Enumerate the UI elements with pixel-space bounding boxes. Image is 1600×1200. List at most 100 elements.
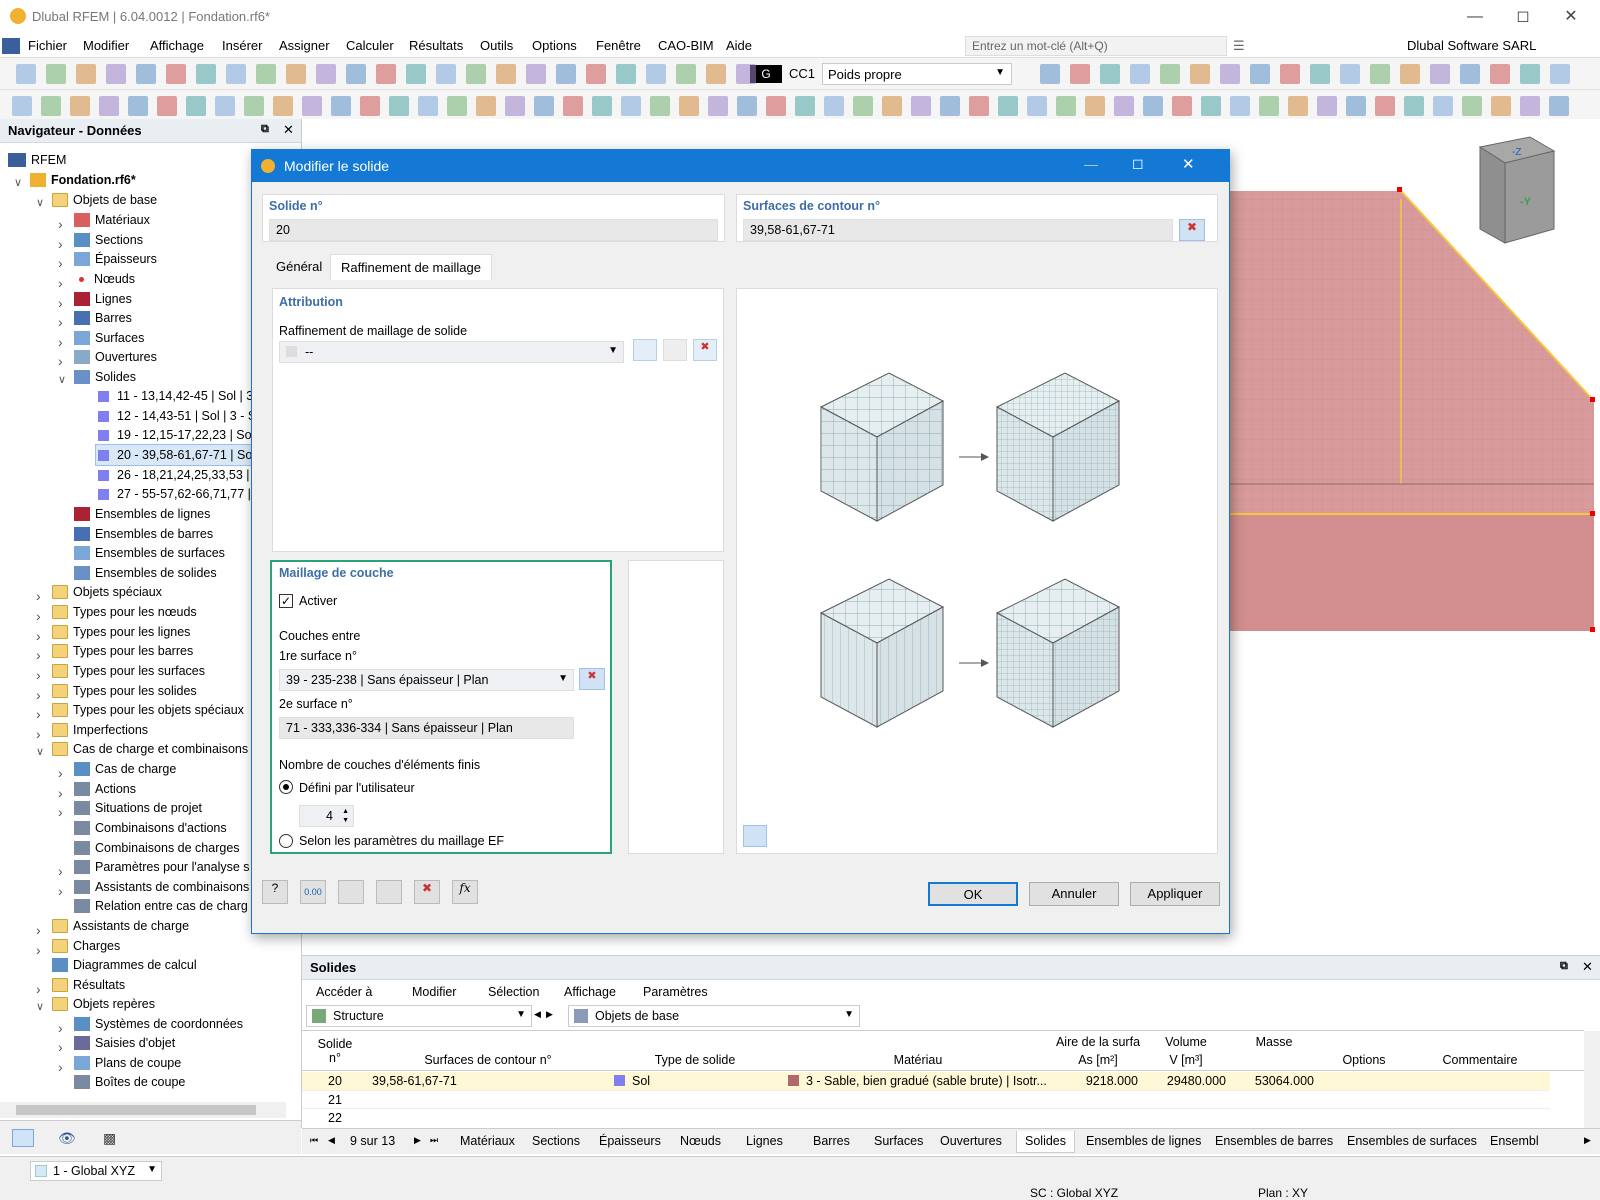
toolbar-tool-icon[interactable] [128,96,148,116]
pick-refinement-icon[interactable]: ✖ [693,339,717,361]
table-row[interactable]: 21 [302,1090,1550,1108]
menu-affichage[interactable]: Affichage [150,38,204,53]
toolbar-tool-icon[interactable] [447,96,467,116]
edit-refinement-icon[interactable] [663,339,687,361]
tree-expander-icon[interactable]: › [36,726,41,742]
tree-expander-icon[interactable]: › [58,353,63,369]
bottom-tab[interactable]: Ensembl [1482,1131,1547,1153]
user-defined-radio[interactable] [279,780,293,794]
tree-item[interactable]: Ouvertures [74,347,157,367]
toolbar-tool-icon[interactable] [795,96,815,116]
tree-item[interactable]: Charges [52,936,120,956]
toolbar-tool-icon[interactable] [1462,96,1482,116]
toolbar-tool-icon[interactable] [882,96,902,116]
toolbar-tool-icon[interactable] [853,96,873,116]
bottom-tab[interactable]: Ensembles de surfaces [1339,1131,1485,1153]
toolbar-tool-icon[interactable] [824,96,844,116]
toolbar-tool-icon[interactable] [346,64,366,84]
maximize-button[interactable]: ◻ [1500,4,1546,30]
coordinate-system-select[interactable]: 1 - Global XYZ ▼ [30,1161,162,1181]
toolbar-tool-icon[interactable] [505,96,525,116]
close-icon[interactable]: ✕ [283,122,294,138]
first-page-icon[interactable]: ⏮ [310,1135,318,1146]
toolbar-tool-icon[interactable] [1230,96,1250,116]
toolbar-tool-icon[interactable] [969,96,989,116]
tree-expander-icon[interactable]: › [36,687,41,703]
toolbar-tool-icon[interactable] [1400,64,1420,84]
toolbar-tool-icon[interactable] [273,96,293,116]
tree-expander-icon[interactable]: › [36,628,41,644]
toolbar-tool-icon[interactable] [1549,96,1569,116]
tree-item[interactable]: Imperfections [52,720,148,740]
tree-item[interactable]: Relation entre cas de charg [74,896,248,916]
menu-calculer[interactable]: Calculer [346,38,394,53]
tree-expander-icon[interactable]: › [36,981,41,997]
toolbar-tool-icon[interactable] [1190,64,1210,84]
cancel-button[interactable]: Annuler [1029,882,1119,906]
tree-item[interactable]: Systèmes de coordonnées [74,1014,243,1034]
menu-affichage-table[interactable]: Affichage [564,985,616,999]
tree-expander-icon[interactable]: ∨ [14,176,22,189]
node-marker[interactable] [1590,511,1595,516]
toolbar-tool-icon[interactable] [998,96,1018,116]
tree-item[interactable]: Ensembles de barres [74,524,213,544]
close-icon[interactable]: ✕ [1582,959,1593,975]
tree-item[interactable]: 11 - 13,14,42-45 | Sol | 3 [96,386,253,406]
toolbar-tool-icon[interactable] [1027,96,1047,116]
toolbar-tool-icon[interactable] [41,96,61,116]
toolbar-tool-icon[interactable] [1250,64,1270,84]
apply-button[interactable]: Appliquer [1130,882,1220,906]
toolbar-tool-icon[interactable] [1201,96,1221,116]
tree-expander-icon[interactable]: › [58,275,63,291]
navigator-hscrollbar[interactable] [0,1102,286,1118]
second-surface-field[interactable]: 71 - 333,336-334 | Sans épaisseur | Plan [279,717,574,739]
tabs-scroll-right-icon[interactable]: ▶ [1584,1135,1591,1146]
bottom-tab[interactable]: Ensembles de lignes [1078,1131,1209,1153]
toolbar-tool-icon[interactable] [1520,64,1540,84]
bottom-tab[interactable]: Matériaux [452,1131,523,1153]
tree-item[interactable]: Fondation.rf6* [30,170,136,190]
search-options-icon[interactable]: ☰ [1233,38,1245,54]
tree-item[interactable]: Objets repères [52,994,155,1014]
prev-icon[interactable]: ◀ [534,1009,541,1020]
toolbar-tool-icon[interactable] [256,64,276,84]
toolbar-tool-icon[interactable] [1056,96,1076,116]
camera-icon[interactable]: ▩ [103,1130,116,1147]
menu-aide[interactable]: Aide [726,38,752,53]
solid-number-field[interactable]: 20 [269,219,718,241]
tree-expander-icon[interactable]: › [58,255,63,271]
bottom-tab[interactable]: Ensembles de barres [1207,1131,1341,1153]
tree-item[interactable]: Types pour les lignes [52,622,190,642]
toolbar-tool-icon[interactable] [616,64,636,84]
tree-expander-icon[interactable]: › [36,608,41,624]
tree-item[interactable]: Résultats [52,975,125,995]
tree-expander-icon[interactable]: › [36,667,41,683]
tree-item[interactable]: RFEM [8,150,66,170]
toolbar-tool-icon[interactable] [496,64,516,84]
tree-item[interactable]: Types pour les solides [52,681,197,701]
layer-count-stepper[interactable]: 4 ▲ ▼ [299,805,354,827]
tree-expander-icon[interactable]: ∨ [36,196,44,209]
node-marker[interactable] [1397,187,1402,192]
stepper-arrows-icon[interactable]: ▲ ▼ [342,807,349,825]
table-row[interactable]: 20 39,58-61,67-71 Sol 3 - Sable, bien gr… [302,1072,1550,1090]
info-icon[interactable] [338,880,364,904]
select-icon[interactable]: ✖ [414,880,440,904]
menu-fenetre[interactable]: Fenêtre [596,38,641,53]
toolbar-tool-icon[interactable] [1130,64,1150,84]
tree-expander-icon[interactable]: › [58,1059,63,1075]
menu-fichier[interactable]: Fichier [28,38,67,53]
tree-expander-icon[interactable]: ∨ [36,745,44,758]
bottom-tab[interactable]: Nœuds [672,1131,729,1153]
toolbar-tool-icon[interactable] [1404,96,1424,116]
tree-item[interactable]: Surfaces [74,328,144,348]
tree-item[interactable]: 12 - 14,43-51 | Sol | 3 - S [96,406,256,426]
toolbar-tool-icon[interactable] [563,96,583,116]
toolbar-tool-icon[interactable] [1370,64,1390,84]
tree-expander-icon[interactable]: › [58,1020,63,1036]
menu-cao-bim[interactable]: CAO-BIM [658,38,714,53]
by-mesh-radio[interactable] [279,834,293,848]
tree-expander-icon[interactable]: ∨ [58,373,66,386]
next-page-icon[interactable]: ▶ [414,1135,421,1146]
pick-first-surface-icon[interactable]: ✖ [579,668,605,690]
